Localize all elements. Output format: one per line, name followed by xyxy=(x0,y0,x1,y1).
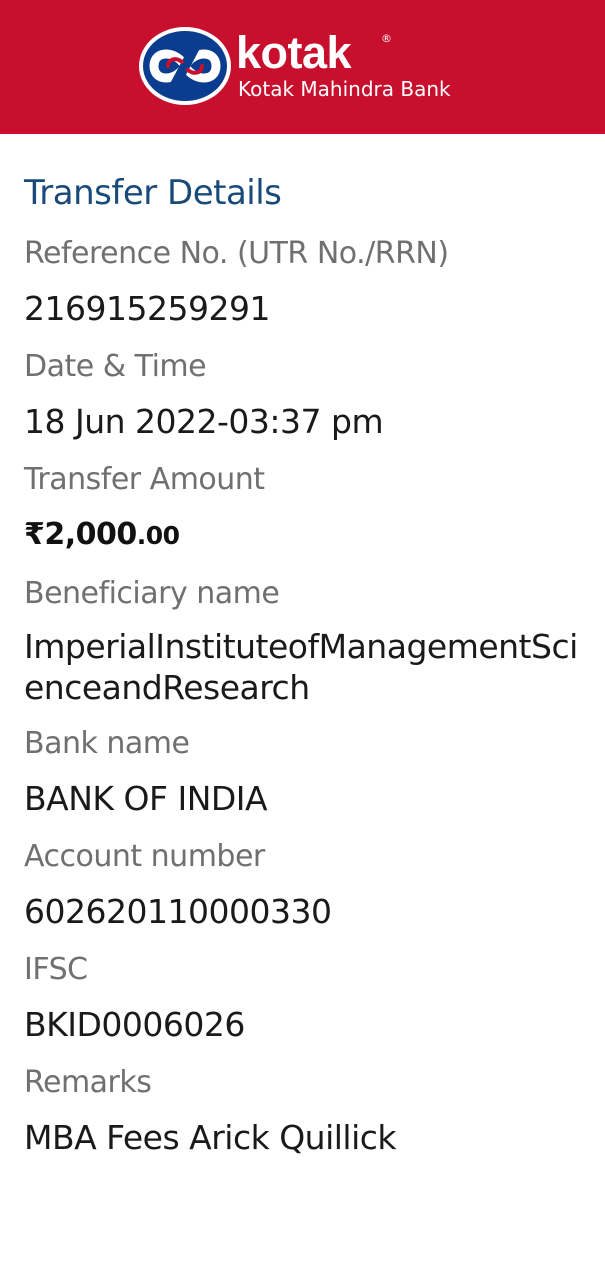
account-value: 602620110000330 xyxy=(24,892,332,931)
remarks-label: Remarks xyxy=(24,1065,152,1100)
remarks-value: MBA Fees Arick Quillick xyxy=(24,1118,397,1157)
account-label: Account number xyxy=(24,839,265,874)
transfer-details: Transfer Details Reference No. (UTR No./… xyxy=(24,168,584,1176)
brand-logo: kotak ® Kotak Mahindra Bank xyxy=(138,24,478,108)
bank-field: Bank name BANK OF INDIA xyxy=(24,724,584,821)
reference-field: Reference No. (UTR No./RRN) 216915259291 xyxy=(24,234,584,331)
amount-field: Transfer Amount ₹2,000.00 xyxy=(24,460,584,558)
app-header: kotak ® Kotak Mahindra Bank xyxy=(0,0,605,134)
reference-label: Reference No. (UTR No./RRN) xyxy=(24,236,449,271)
amount-value: ₹2,000.00 xyxy=(24,512,584,558)
registered-mark: ® xyxy=(381,32,392,45)
amount-main: ₹2,000 xyxy=(24,517,137,552)
amount-label: Transfer Amount xyxy=(24,462,265,497)
beneficiary-label: Beneficiary name xyxy=(24,576,280,611)
remarks-field: Remarks MBA Fees Arick Quillick xyxy=(24,1063,584,1160)
ifsc-value: BKID0006026 xyxy=(24,1005,245,1044)
account-field: Account number 602620110000330 xyxy=(24,837,584,934)
ifsc-field: IFSC BKID0006026 xyxy=(24,950,584,1047)
datetime-value: 18 Jun 2022-03:37 pm xyxy=(24,402,384,441)
beneficiary-field: Beneficiary name ImperialInstituteofMana… xyxy=(24,574,584,708)
datetime-field: Date & Time 18 Jun 2022-03:37 pm xyxy=(24,347,584,444)
kotak-infinity-logo-icon xyxy=(139,27,231,105)
bank-label: Bank name xyxy=(24,726,190,761)
page-title: Transfer Details xyxy=(24,173,282,213)
beneficiary-value: ImperialInstituteofManagementScienceandR… xyxy=(24,627,578,707)
amount-paise: .00 xyxy=(136,521,180,550)
ifsc-label: IFSC xyxy=(24,952,88,987)
brand-subtitle: Kotak Mahindra Bank xyxy=(238,77,451,101)
brand-name: kotak xyxy=(236,27,352,78)
reference-value: 216915259291 xyxy=(24,289,270,328)
bank-value: BANK OF INDIA xyxy=(24,779,268,818)
datetime-label: Date & Time xyxy=(24,349,207,384)
